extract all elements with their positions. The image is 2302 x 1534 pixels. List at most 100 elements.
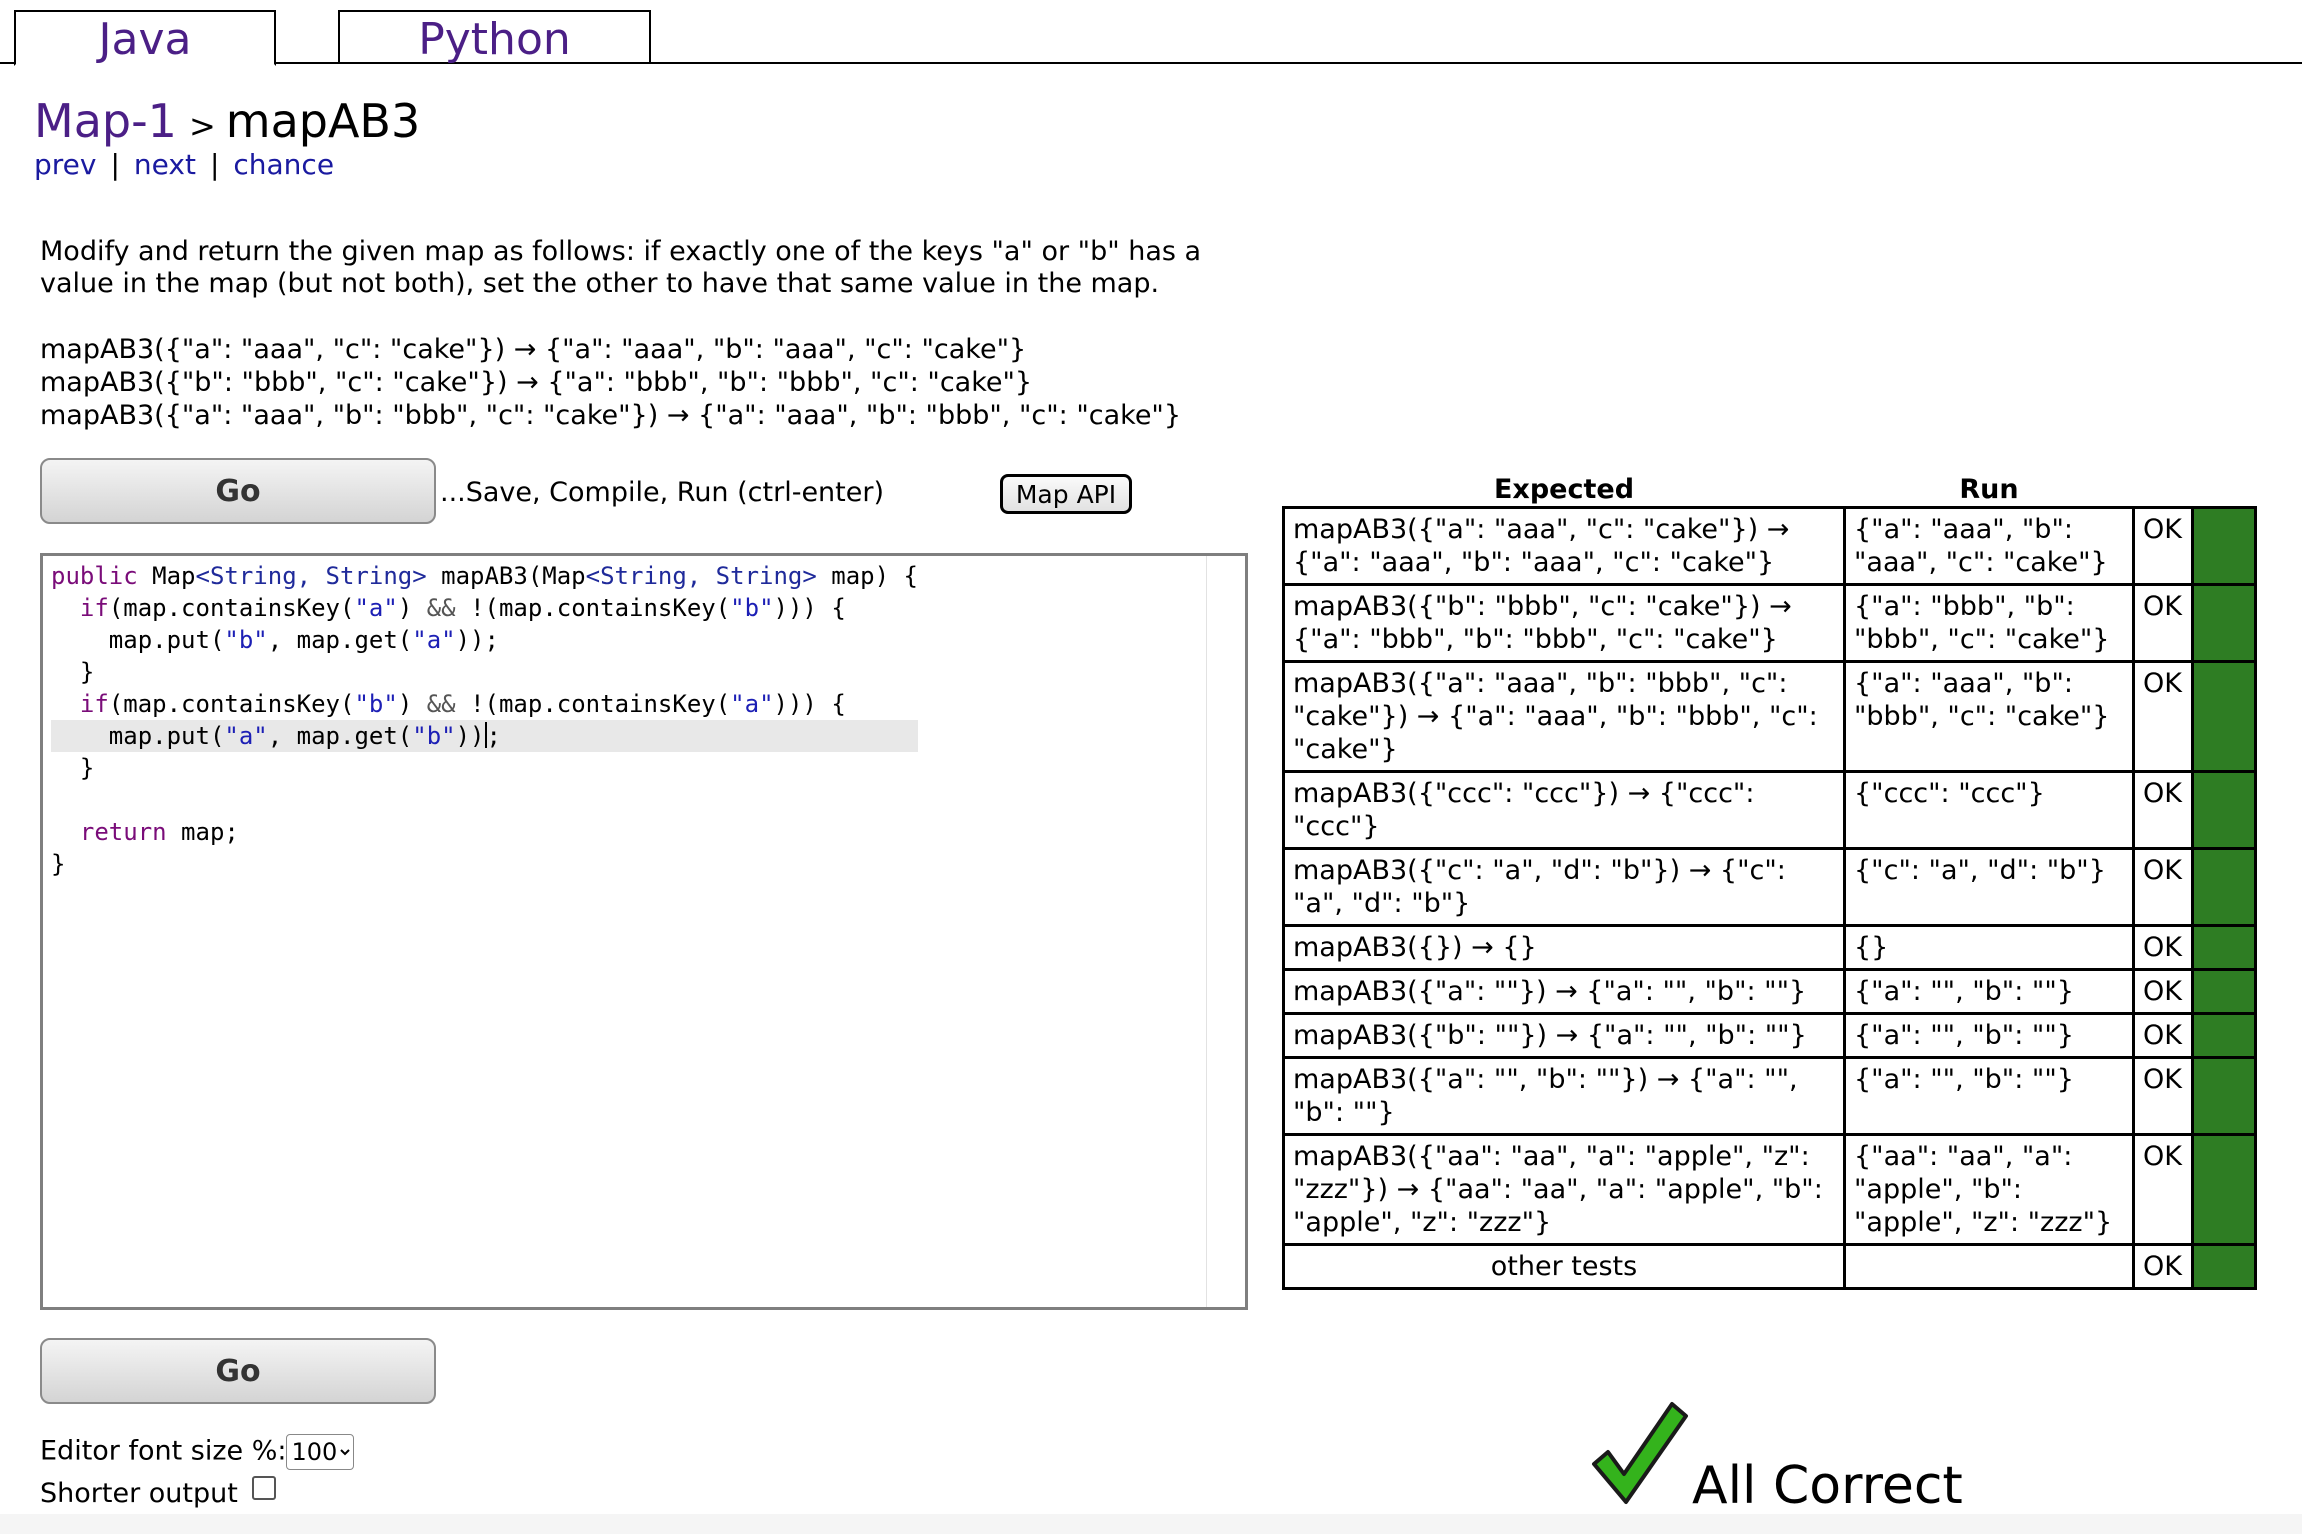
pass-indicator <box>2191 1012 2257 1059</box>
nav-divider: | <box>110 148 120 181</box>
expected-cell: mapAB3({"c": "a", "d": "b"}) → {"c": "a"… <box>1282 847 1846 927</box>
status-cell: OK <box>2132 1012 2194 1059</box>
pass-indicator <box>2191 1056 2257 1136</box>
code-content[interactable]: public Map<String, String> mapAB3(Map<St… <box>51 560 918 880</box>
run-cell: {"c": "a", "d": "b"} <box>1843 847 2135 927</box>
run-cell: {"a": "", "b": ""} <box>1843 968 2135 1015</box>
go-button-bottom[interactable]: Go <box>40 1338 436 1404</box>
expected-header: Expected <box>1493 473 1635 505</box>
shorter-output-label: Shorter output <box>40 1478 238 1509</box>
run-cell: {"a": "bbb", "b": "bbb", "c": "cake"} <box>1843 583 2135 663</box>
tab-java[interactable]: Java <box>14 10 276 66</box>
nav-divider: | <box>209 148 220 181</box>
page-footer <box>0 1514 2302 1534</box>
expected-cell: mapAB3({"a": "", "b": ""}) → {"a": "", "… <box>1282 1056 1846 1136</box>
save-compile-run-hint: ...Save, Compile, Run (ctrl-enter) <box>440 477 884 508</box>
code-line[interactable] <box>51 784 918 816</box>
code-line[interactable]: } <box>51 656 918 688</box>
expected-cell: mapAB3({"a": "aaa", "c": "cake"}) → {"a"… <box>1282 506 1846 586</box>
expected-cell: mapAB3({"b": ""}) → {"a": "", "b": ""} <box>1282 1012 1846 1059</box>
expected-cell: mapAB3({"a": ""}) → {"a": "", "b": ""} <box>1282 968 1846 1015</box>
run-cell <box>1843 1243 2135 1290</box>
status-cell: OK <box>2132 583 2194 663</box>
pass-indicator <box>2191 924 2257 971</box>
example-line: mapAB3({"a": "aaa", "b": "bbb", "c": "ca… <box>40 400 1182 431</box>
run-cell: {"a": "", "b": ""} <box>1843 1012 2135 1059</box>
check-icon <box>1592 1402 1688 1504</box>
pass-indicator <box>2191 968 2257 1015</box>
run-cell: {} <box>1843 924 2135 971</box>
result-row: mapAB3({"c": "a", "d": "b"}) → {"c": "a"… <box>1282 847 2257 927</box>
breadcrumb-category-link[interactable]: Map-1 <box>34 94 177 148</box>
pass-indicator <box>2191 660 2257 773</box>
expected-cell: mapAB3({"ccc": "ccc"}) → {"ccc": "ccc"} <box>1282 770 1846 850</box>
run-header: Run <box>1959 473 2019 505</box>
other-tests-label: other tests <box>1282 1243 1846 1290</box>
font-size-label: Editor font size %: <box>40 1435 287 1467</box>
result-row: mapAB3({"a": "aaa", "c": "cake"}) → {"a"… <box>1282 506 2257 586</box>
breadcrumb-separator: > <box>188 107 216 145</box>
shorter-output-setting: Shorter output <box>40 1476 276 1509</box>
code-line[interactable]: return map; <box>51 816 918 848</box>
status-cell: OK <box>2132 1243 2194 1290</box>
result-row: mapAB3({"a": "aaa", "b": "bbb", "c": "ca… <box>1282 660 2257 773</box>
code-line[interactable]: if(map.containsKey("a") && !(map.contain… <box>51 592 918 624</box>
code-line[interactable]: } <box>51 848 918 880</box>
status-cell: OK <box>2132 1133 2194 1246</box>
breadcrumb: Map-1 > mapAB3 <box>34 94 420 148</box>
expected-cell: mapAB3({"a": "aaa", "b": "bbb", "c": "ca… <box>1282 660 1846 773</box>
status-cell: OK <box>2132 968 2194 1015</box>
result-row: mapAB3({"a": ""}) → {"a": "", "b": ""} {"… <box>1282 968 2257 1015</box>
pass-indicator <box>2191 506 2257 586</box>
status-cell: OK <box>2132 924 2194 971</box>
code-line[interactable]: if(map.containsKey("b") && !(map.contain… <box>51 688 918 720</box>
status-cell: OK <box>2132 506 2194 586</box>
pass-indicator <box>2191 1243 2257 1290</box>
chance-link[interactable]: chance <box>233 148 334 181</box>
result-row: mapAB3({"a": "", "b": ""}) → {"a": "", "… <box>1282 1056 2257 1136</box>
pass-indicator <box>2191 1133 2257 1246</box>
results-panel: Expected Run mapAB3({"a": "aaa", "c": "c… <box>1282 470 2257 1290</box>
problem-examples: mapAB3({"a": "aaa", "c": "cake"}) → {"a"… <box>40 333 1181 432</box>
pass-indicator <box>2191 583 2257 663</box>
result-row: mapAB3({"ccc": "ccc"}) → {"ccc": "ccc"}{… <box>1282 770 2257 850</box>
pass-bar-header <box>2193 470 2256 508</box>
next-link[interactable]: next <box>134 148 196 181</box>
run-cell: {"a": "aaa", "b": "aaa", "c": "cake"} <box>1843 506 2135 586</box>
result-row: mapAB3({"aa": "aa", "a": "apple", "z": "… <box>1282 1133 2257 1246</box>
run-cell: {"ccc": "ccc"} <box>1843 770 2135 850</box>
code-editor[interactable]: public Map<String, String> mapAB3(Map<St… <box>40 553 1248 1310</box>
problem-description: Modify and return the given map as follo… <box>40 236 1202 299</box>
result-row: mapAB3({"b": "bbb", "c": "cake"}) → {"a"… <box>1282 583 2257 663</box>
results-header-row: Expected Run <box>1284 470 2256 508</box>
run-cell: {"a": "aaa", "b": "bbb", "c": "cake"} <box>1843 660 2135 773</box>
expected-cell: mapAB3({}) → {} <box>1282 924 1846 971</box>
all-correct-label: All Correct <box>1692 1456 1963 1516</box>
prev-link[interactable]: prev <box>34 148 96 181</box>
example-line: mapAB3({"b": "bbb", "c": "cake"}) → {"a"… <box>40 367 1033 398</box>
problem-nav: prev | next | chance <box>34 148 334 181</box>
pass-indicator <box>2191 770 2257 850</box>
code-line[interactable]: public Map<String, String> mapAB3(Map<St… <box>51 560 918 592</box>
map-api-button[interactable]: Map API <box>1000 474 1132 514</box>
go-button[interactable]: Go <box>40 458 436 524</box>
status-cell: OK <box>2132 1056 2194 1136</box>
result-row: mapAB3({}) → {}{} OK <box>1282 924 2257 971</box>
pass-indicator <box>2191 847 2257 927</box>
code-line[interactable]: map.put("a", map.get("b")); <box>51 720 918 752</box>
result-row: mapAB3({"b": ""}) → {"a": "", "b": ""} {"… <box>1282 1012 2257 1059</box>
editor-scrollbar[interactable] <box>1206 556 1207 1307</box>
example-line: mapAB3({"a": "aaa", "c": "cake"}) → {"a"… <box>40 334 1027 365</box>
run-cell: {"a": "", "b": ""} <box>1843 1056 2135 1136</box>
font-size-select[interactable]: 100 <box>286 1434 355 1470</box>
shorter-output-checkbox[interactable] <box>251 1476 276 1500</box>
verdict: All Correct <box>1590 1398 2010 1516</box>
code-line[interactable]: } <box>51 752 918 784</box>
tab-python[interactable]: Python <box>338 10 651 65</box>
results-table: Expected Run mapAB3({"a": "aaa", "c": "c… <box>1282 470 2257 1290</box>
expected-cell: mapAB3({"aa": "aa", "a": "apple", "z": "… <box>1282 1133 1846 1246</box>
page-title: mapAB3 <box>225 94 421 148</box>
result-row-other-tests: other tests OK <box>1282 1243 2257 1290</box>
code-line[interactable]: map.put("b", map.get("a")); <box>51 624 918 656</box>
status-cell: OK <box>2132 660 2194 773</box>
